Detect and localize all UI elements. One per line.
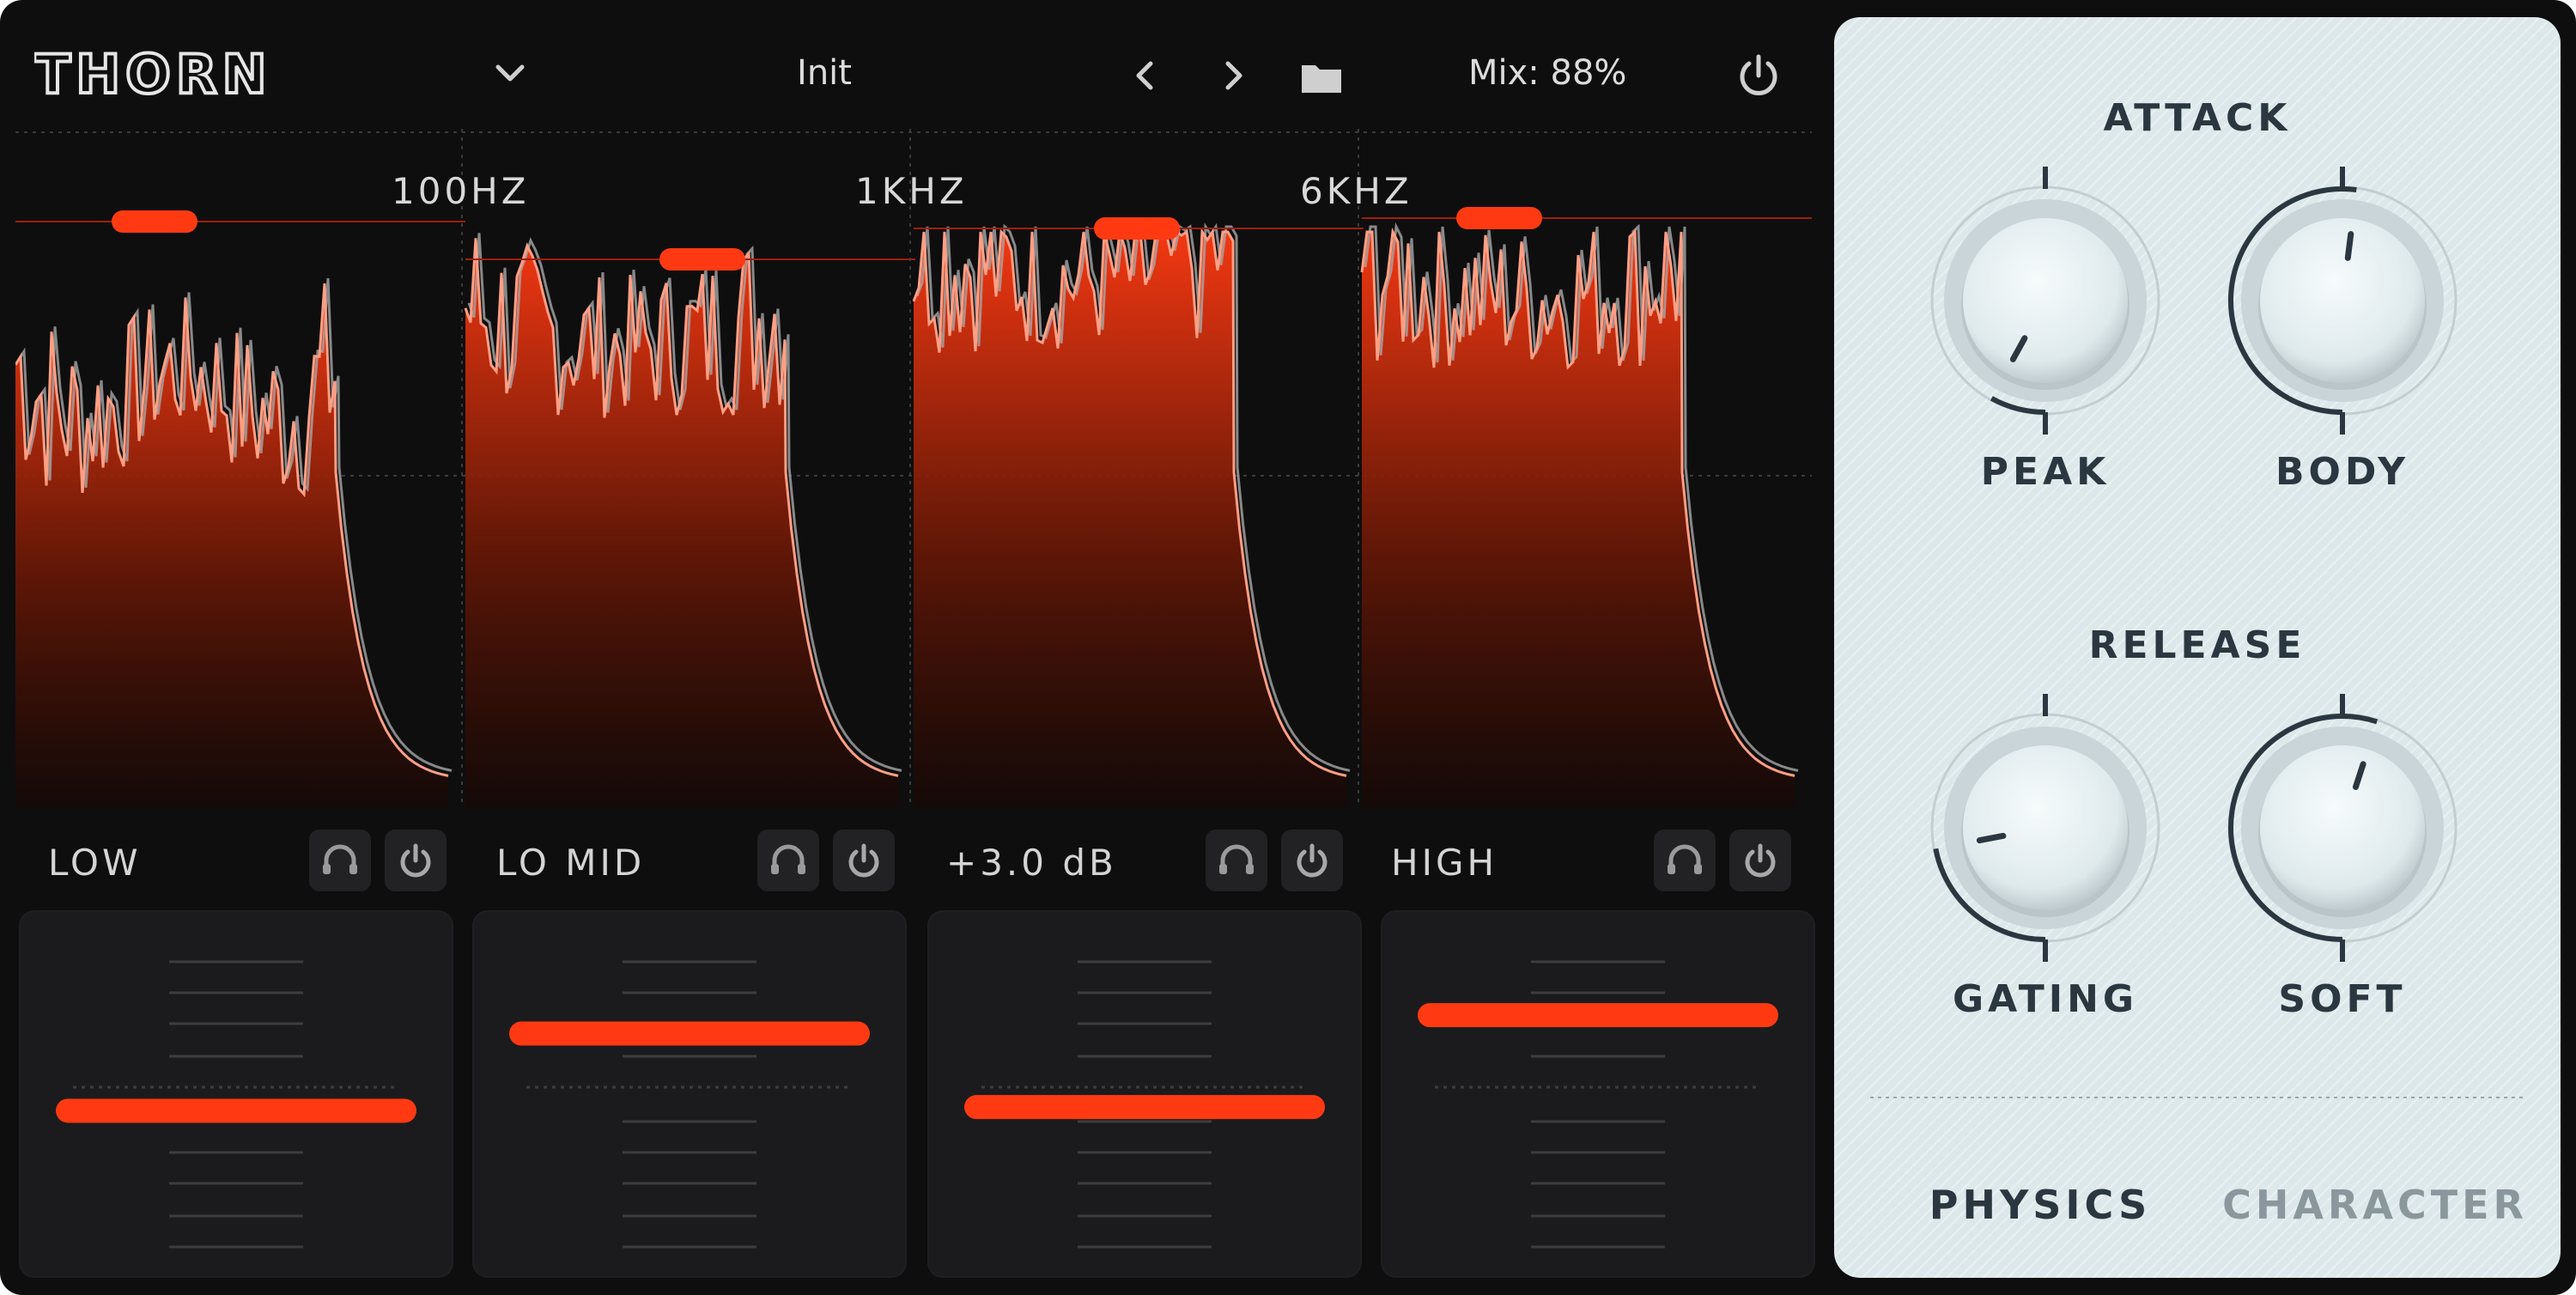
plugin-window: THORN Init Mix: 88% 100HZ 1KHZ 6KHZ LOW … bbox=[0, 0, 2576, 1295]
tab-character[interactable]: CHARACTER bbox=[2212, 1182, 2538, 1228]
folder-icon bbox=[1302, 65, 1341, 93]
chevron-down-icon bbox=[495, 64, 525, 82]
mix-control[interactable]: Mix: 88% bbox=[1468, 53, 1674, 93]
release-section-title: RELEASE bbox=[2088, 623, 2306, 667]
knob-peak[interactable] bbox=[1917, 167, 2174, 435]
band-spectrum-fill bbox=[15, 283, 448, 807]
preset-folder-button[interactable] bbox=[1298, 58, 1345, 96]
panel-divider bbox=[1870, 1097, 2524, 1098]
band-solo-button[interactable] bbox=[757, 830, 819, 891]
spectrum-analyzer bbox=[15, 129, 1812, 807]
headphones-icon bbox=[1668, 844, 1702, 874]
band-threshold-handle[interactable] bbox=[659, 248, 745, 271]
knob-label-body: BODY bbox=[2275, 450, 2410, 494]
dynamics-panel: ATTACK RELEASE PEAK BODY GATING SOFT PHY… bbox=[1834, 17, 2561, 1278]
band-solo-button[interactable] bbox=[309, 830, 371, 891]
logo: THORN bbox=[33, 41, 361, 107]
band-solo-button[interactable] bbox=[1654, 830, 1716, 891]
band-gain-fader[interactable] bbox=[19, 910, 453, 1278]
logo-text: THORN bbox=[34, 45, 272, 105]
knob-label-peak: PEAK bbox=[1980, 450, 2111, 494]
band-threshold-handle[interactable] bbox=[112, 210, 197, 233]
band-bypass-button[interactable] bbox=[833, 830, 895, 891]
band-gain-fader[interactable] bbox=[1381, 910, 1815, 1278]
band-gain-fader[interactable] bbox=[472, 910, 907, 1278]
band-threshold-handle[interactable] bbox=[1094, 217, 1180, 240]
chevron-right-icon bbox=[1225, 61, 1242, 90]
headphones-icon bbox=[771, 844, 805, 874]
band-gain-fader[interactable] bbox=[927, 910, 1362, 1278]
band-bypass-button[interactable] bbox=[385, 830, 447, 891]
knob-body[interactable] bbox=[2214, 167, 2471, 435]
power-icon bbox=[1297, 843, 1327, 878]
band-bypass-button[interactable] bbox=[1729, 830, 1791, 891]
crossover-label-3[interactable]: 6KHZ bbox=[1300, 170, 1413, 212]
knob-label-soft: SOFT bbox=[2278, 977, 2407, 1021]
band-threshold-handle[interactable] bbox=[1456, 207, 1542, 229]
crossover-label-1[interactable]: 100HZ bbox=[392, 170, 530, 212]
chevron-left-icon bbox=[1136, 61, 1153, 90]
preset-dropdown-button[interactable] bbox=[488, 57, 532, 91]
knob-gating[interactable] bbox=[1917, 694, 2174, 962]
crossover-label-2[interactable]: 1KHZ bbox=[855, 170, 968, 212]
previous-preset-button[interactable] bbox=[1123, 53, 1168, 98]
knob-label-gating: GATING bbox=[1952, 977, 2139, 1021]
band-spectrum-fill bbox=[914, 232, 1346, 807]
attack-section-title: ATTACK bbox=[2103, 96, 2292, 140]
band-label-low: LOW bbox=[48, 842, 142, 884]
preset-name[interactable]: Init bbox=[756, 53, 893, 93]
tab-physics[interactable]: PHYSICS bbox=[1903, 1182, 2178, 1228]
knob-soft[interactable] bbox=[2214, 694, 2471, 962]
global-power-button[interactable] bbox=[1733, 50, 1784, 101]
band-label-gain: +3.0 dB bbox=[946, 842, 1117, 884]
headphones-icon bbox=[323, 844, 357, 874]
band-label-high: HIGH bbox=[1391, 842, 1498, 884]
band-solo-button[interactable] bbox=[1206, 830, 1267, 891]
next-preset-button[interactable] bbox=[1211, 53, 1255, 98]
band-bypass-button[interactable] bbox=[1281, 830, 1343, 891]
power-icon bbox=[1740, 54, 1777, 95]
power-icon bbox=[400, 843, 431, 878]
band-label-lo-mid: LO MID bbox=[496, 842, 646, 884]
headphones-icon bbox=[1219, 844, 1254, 874]
power-icon bbox=[1745, 843, 1776, 878]
power-icon bbox=[848, 843, 879, 878]
